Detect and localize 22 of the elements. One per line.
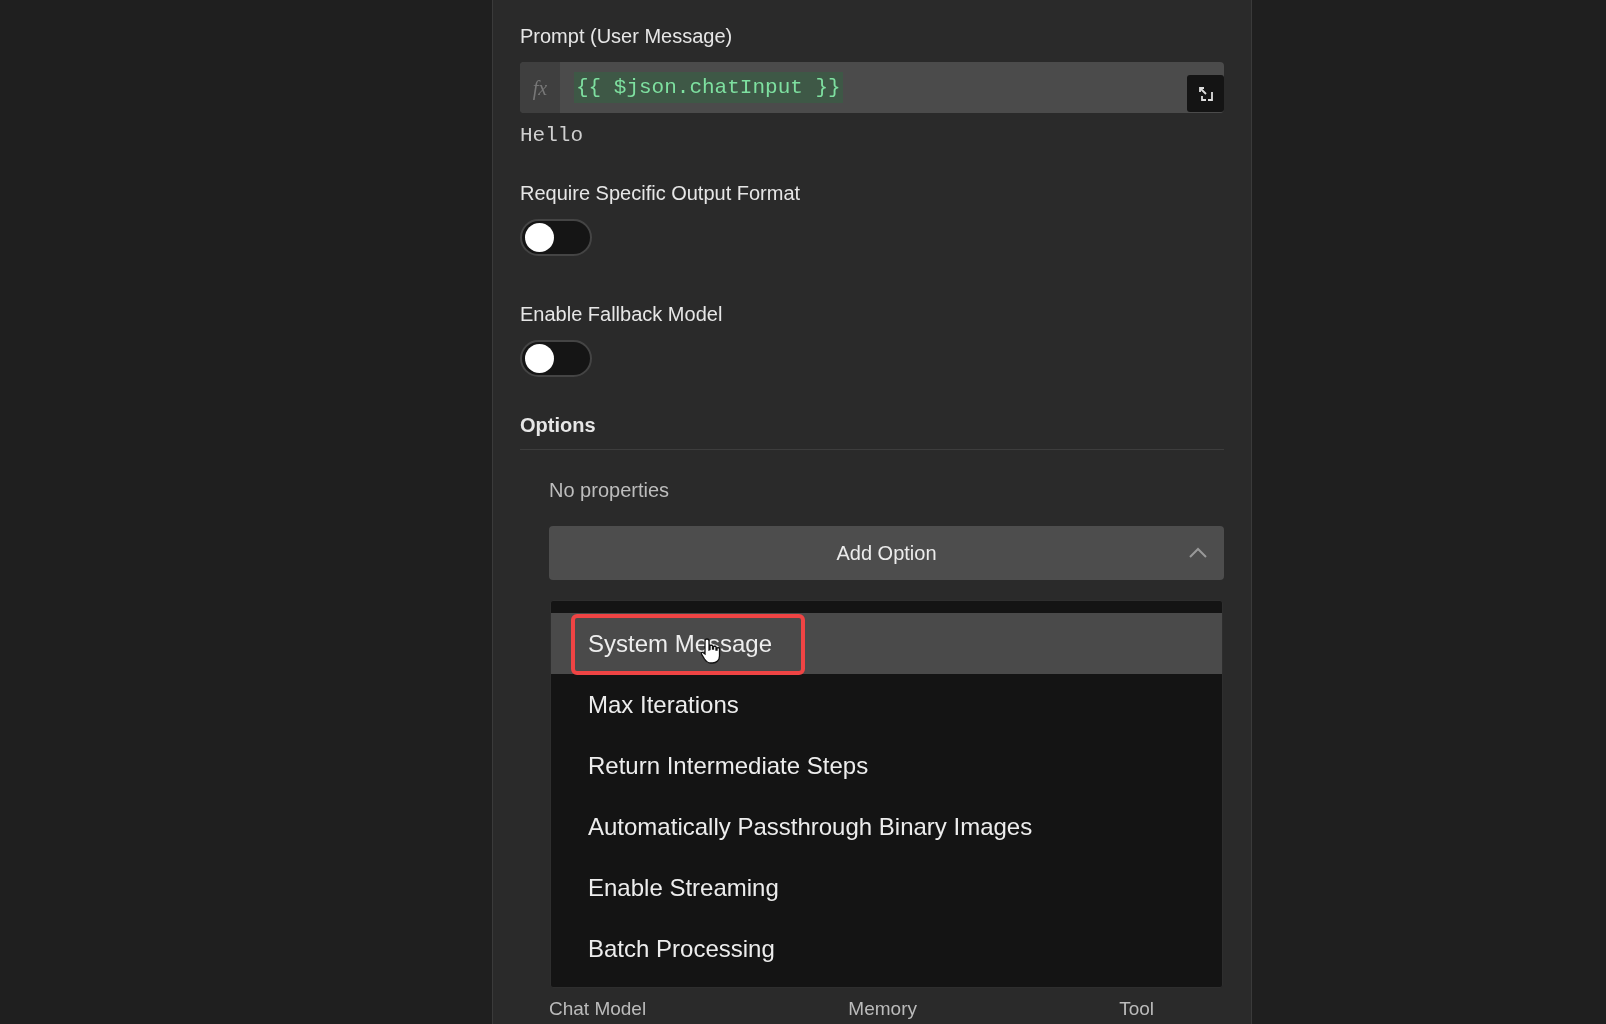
toggle-switch[interactable] [520,219,592,256]
toggle-switch[interactable] [520,340,592,377]
menu-item[interactable]: Return Intermediate Steps [551,735,1222,796]
expression-field[interactable]: fx {{ $json.chatInput }} [520,62,1224,113]
empty-text: No properties [549,478,671,503]
section-title: Options [520,413,597,438]
fx-label: fx [520,62,560,113]
connector-label: Chat Model [549,998,647,1020]
result-preview: Hello [520,123,584,149]
menu-item[interactable]: Batch Processing [551,918,1222,979]
toggle-label: Enable Fallback Model [520,302,724,327]
expression-text: {{ $json.chatInput }} [574,71,843,104]
menu-item[interactable]: Max Iterations [551,674,1222,735]
field-label: Prompt (User Message) [520,24,734,49]
chevron-icon [1188,547,1208,559]
toggle-label: Require Specific Output Format [520,181,802,206]
add-option-button[interactable]: Add Option [549,526,1224,580]
menu-item[interactable]: Automatically Passthrough Binary Images [551,796,1222,857]
connector-label: Memory [848,998,917,1020]
expand-icon[interactable] [1187,75,1224,112]
connector-label: Tool [1119,998,1154,1020]
menu-item[interactable]: Enable Streaming [551,857,1222,918]
